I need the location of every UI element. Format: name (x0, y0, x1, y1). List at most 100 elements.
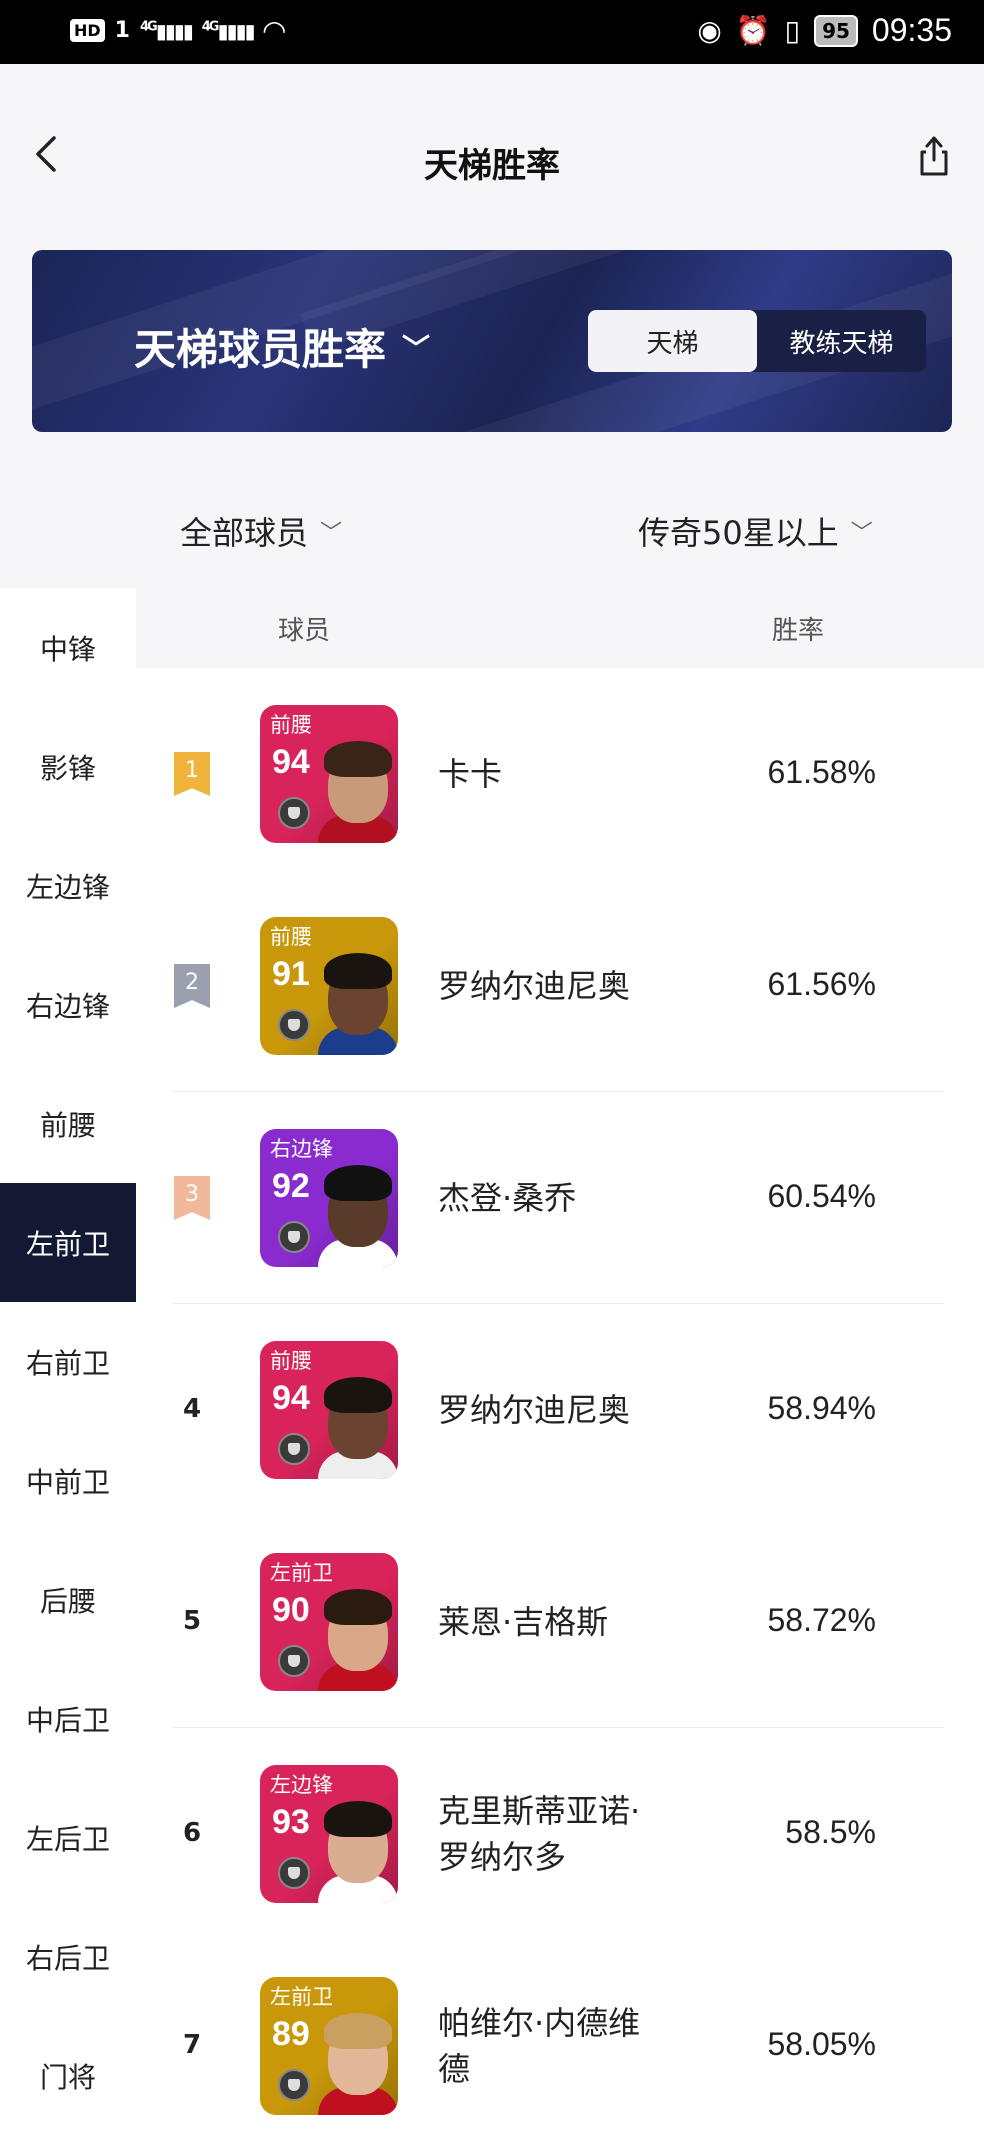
sidebar-item-rwf[interactable]: 右边锋 (0, 945, 136, 1064)
card-position: 前腰 (270, 1349, 312, 1373)
shield-icon (278, 2069, 310, 2101)
player-name: 罗纳尔迪尼奥 (438, 967, 631, 1005)
player-portrait (318, 943, 398, 1055)
banner-title: 天梯球员胜率 (134, 325, 387, 374)
shield-icon (278, 1645, 310, 1677)
sidebar-item-lwf[interactable]: 左边锋 (0, 826, 136, 945)
player-name: 帕维尔·内德维 德 (438, 2004, 641, 2088)
eye-icon: ◉ (697, 14, 722, 47)
shield-icon (278, 797, 310, 829)
player-portrait (318, 1579, 398, 1691)
card-rating: 92 (272, 1167, 310, 1205)
player-card[interactable]: 左前卫 90 (260, 1553, 398, 1691)
sidebar-item-ss[interactable]: 影锋 (0, 707, 136, 826)
table-row[interactable]: 3 右边锋 92 杰登·桑乔 60.54% (136, 1092, 984, 1304)
card-position: 前腰 (270, 713, 312, 737)
player-name: 克里斯蒂亚诺· 罗纳尔多 (438, 1792, 641, 1876)
chevron-down-icon: ﹀ (320, 521, 343, 546)
card-position: 左前卫 (270, 1985, 333, 2009)
sidebar-item-cf[interactable]: 中锋 (0, 588, 136, 707)
shield-icon (278, 1009, 310, 1041)
table-row[interactable]: 4 前腰 94 罗纳尔迪尼奥 58.94% (136, 1304, 984, 1516)
table-row[interactable]: 1 前腰 94 卡卡 61.58% (136, 668, 984, 880)
app-header: 天梯胜率 (0, 64, 984, 254)
win-rate: 61.56% (767, 966, 876, 1002)
rank-number: 4 (182, 1394, 202, 1424)
sidebar-item-lmf[interactable]: 左前卫 (0, 1183, 136, 1302)
card-rating: 94 (272, 1379, 310, 1417)
card-rating: 89 (272, 2015, 310, 2053)
player-portrait (318, 1155, 398, 1267)
player-card[interactable]: 右边锋 92 (260, 1129, 398, 1267)
table-row[interactable]: 2 前腰 91 罗纳尔迪尼奥 61.56% (136, 880, 984, 1092)
player-filter-label: 全部球员 (180, 514, 309, 552)
tier-filter-dropdown[interactable]: 传奇50星以上 ﹀ (638, 508, 873, 554)
sidebar-item-cmf[interactable]: 中前卫 (0, 1421, 136, 1540)
column-header-player: 球员 (278, 616, 331, 646)
card-position: 左边锋 (270, 1773, 333, 1797)
chevron-down-icon: ﹀ (850, 521, 873, 546)
winrate-table: 球员 胜率 1 前腰 94 卡卡 61.58% 2 前腰 91 罗纳尔迪尼奥 61.56% 3 右边锋… (136, 588, 984, 2132)
shield-icon (278, 1221, 310, 1253)
share-button[interactable] (914, 134, 954, 178)
status-left: HD 1 4G▮▮▮▮ 4G▮▮▮▮ ◠ (70, 14, 285, 47)
player-name: 罗纳尔迪尼奥 (438, 1391, 631, 1429)
player-card[interactable]: 前腰 94 (260, 705, 398, 843)
win-rate: 58.94% (767, 1390, 876, 1426)
hd-indicator: HD (70, 19, 105, 42)
card-rating: 93 (272, 1803, 310, 1841)
tier-filter-label: 传奇50星以上 (638, 514, 839, 552)
win-rate: 58.5% (785, 1814, 876, 1850)
card-position: 前腰 (270, 925, 312, 949)
sim-indicator: 1 (114, 18, 130, 43)
status-bar: HD 1 4G▮▮▮▮ 4G▮▮▮▮ ◠ ◉ ⏰ ▯ 95 09:35 (0, 0, 984, 64)
sidebar-item-lb[interactable]: 左后卫 (0, 1778, 136, 1897)
page-title: 天梯胜率 (424, 146, 560, 186)
ladder-banner: 天梯球员胜率 ﹀ 天梯 教练天梯 (32, 250, 952, 432)
rank-number: 7 (182, 2030, 202, 2060)
sidebar-item-rb[interactable]: 右后卫 (0, 1897, 136, 2016)
sidebar-item-cb[interactable]: 中后卫 (0, 1659, 136, 1778)
rank-number: 6 (182, 1818, 202, 1848)
player-card[interactable]: 前腰 94 (260, 1341, 398, 1479)
player-portrait (318, 731, 398, 843)
position-sidebar: 中锋 影锋 左边锋 右边锋 前腰 左前卫 右前卫 中前卫 后腰 中后卫 左后卫 … (0, 588, 136, 2132)
player-name: 莱恩·吉格斯 (438, 1603, 609, 1641)
rank-badge: 2 (174, 964, 210, 1008)
battery-indicator: 95 (814, 14, 858, 47)
player-portrait (318, 2003, 398, 2115)
player-card[interactable]: 前腰 91 (260, 917, 398, 1055)
player-name: 杰登·桑乔 (438, 1179, 577, 1217)
shield-icon (278, 1857, 310, 1889)
sidebar-item-gk[interactable]: 门将 (0, 2016, 136, 2132)
sidebar-item-dmf[interactable]: 后腰 (0, 1540, 136, 1659)
card-rating: 94 (272, 743, 310, 781)
share-icon (920, 136, 948, 176)
clock: 09:35 (871, 12, 952, 48)
win-rate: 58.05% (767, 2026, 876, 2062)
win-rate: 58.72% (767, 1602, 876, 1638)
signal-icon: 4G▮▮▮▮ (201, 18, 256, 43)
card-rating: 90 (272, 1591, 310, 1629)
alarm-icon: ⏰ (735, 14, 771, 47)
player-portrait (318, 1791, 398, 1903)
player-card[interactable]: 左边锋 93 (260, 1765, 398, 1903)
shield-icon (278, 1433, 310, 1465)
column-header-winrate: 胜率 (772, 616, 825, 646)
win-rate: 61.58% (767, 754, 876, 790)
chevron-down-icon: ﹀ (402, 331, 431, 365)
mode-segmented-control: 天梯 教练天梯 (588, 310, 926, 372)
table-row[interactable]: 7 左前卫 89 帕维尔·内德维 德 58.05% (136, 1940, 984, 2132)
status-right: ◉ ⏰ ▯ 95 09:35 (697, 12, 952, 49)
tab-ladder[interactable]: 天梯 (588, 310, 757, 372)
player-filter-dropdown[interactable]: 全部球员 ﹀ (180, 508, 342, 554)
table-row[interactable]: 6 左边锋 93 克里斯蒂亚诺· 罗纳尔多 58.5% (136, 1728, 984, 1940)
sidebar-item-rmf[interactable]: 右前卫 (0, 1302, 136, 1421)
sidebar-item-amf[interactable]: 前腰 (0, 1064, 136, 1183)
stats-type-dropdown[interactable]: 天梯球员胜率 ﹀ (134, 316, 430, 377)
player-card[interactable]: 左前卫 89 (260, 1977, 398, 2115)
card-position: 左前卫 (270, 1561, 333, 1585)
table-row[interactable]: 5 左前卫 90 莱恩·吉格斯 58.72% (136, 1516, 984, 1728)
tab-coach-ladder[interactable]: 教练天梯 (757, 310, 926, 372)
vibrate-icon: ▯ (784, 14, 801, 47)
